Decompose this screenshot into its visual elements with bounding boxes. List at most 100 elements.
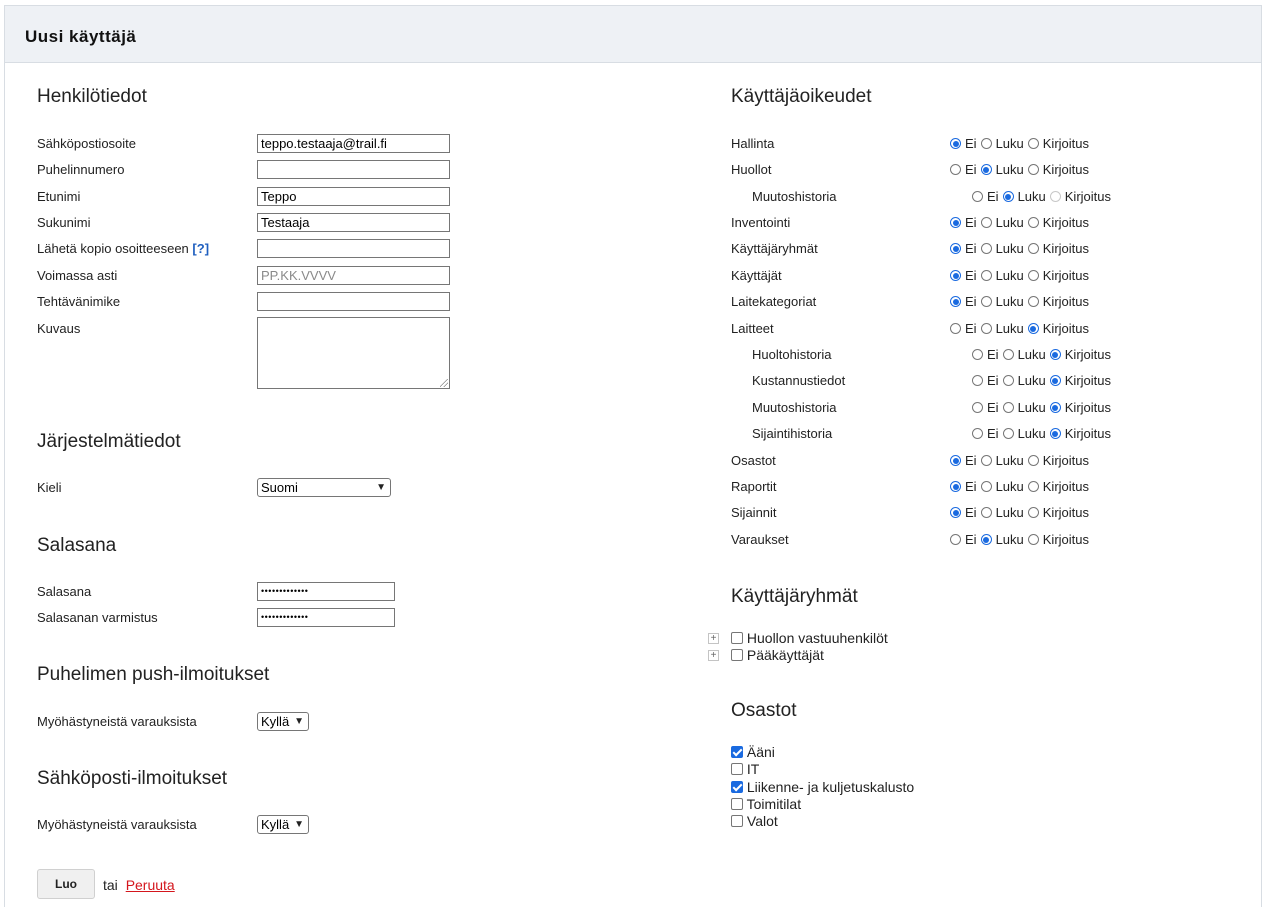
first-name-field[interactable]: Teppo <box>257 187 450 206</box>
rights-radio[interactable] <box>950 323 961 334</box>
rights-radio[interactable] <box>972 402 983 413</box>
cancel-link[interactable]: Peruuta <box>126 877 175 893</box>
language-select[interactable]: Suomi ▼ <box>257 478 391 497</box>
checkbox[interactable] <box>731 815 743 827</box>
rights-radio[interactable] <box>1002 428 1014 439</box>
push-late-select[interactable]: Kyllä ▼ <box>257 712 309 731</box>
rights-radio[interactable] <box>1027 138 1039 149</box>
rights-radio[interactable] <box>950 164 961 175</box>
rights-radio-label: Ei <box>987 400 999 415</box>
checkbox[interactable] <box>731 798 743 810</box>
help-link[interactable]: [?] <box>192 241 209 256</box>
rights-radio-label: Luku <box>995 162 1024 177</box>
department-item[interactable]: Toimitilat <box>731 796 801 812</box>
rights-radio[interactable] <box>950 138 961 149</box>
rights-radio[interactable] <box>1027 296 1039 307</box>
rights-radio[interactable] <box>980 507 992 518</box>
language-select-value: Suomi <box>261 480 298 495</box>
rights-radio[interactable] <box>980 323 992 334</box>
rights-radio[interactable] <box>1002 375 1014 386</box>
rights-radio[interactable] <box>980 243 992 254</box>
rights-radio[interactable] <box>950 296 961 307</box>
rights-radio[interactable] <box>1049 375 1061 386</box>
rights-row-label: Osastot <box>731 453 776 468</box>
checkbox[interactable] <box>731 763 743 775</box>
rights-radio[interactable] <box>1027 164 1039 175</box>
rights-radio[interactable] <box>1027 534 1039 545</box>
rights-row-label: Sijainnit <box>731 505 777 520</box>
rights-row-label: Laitteet <box>731 321 774 336</box>
rights-radio[interactable] <box>950 217 961 228</box>
rights-radio[interactable] <box>980 164 992 175</box>
rights-radio[interactable] <box>1002 349 1014 360</box>
last-name-field[interactable]: Testaaja <box>257 213 450 232</box>
rights-radio[interactable] <box>1049 402 1061 413</box>
email-field[interactable]: teppo.testaaja@trail.fi <box>257 134 450 153</box>
rights-radio[interactable] <box>1027 481 1039 492</box>
password-confirm-label: Salasanan varmistus <box>37 610 158 625</box>
system-heading: Järjestelmätiedot <box>37 431 181 452</box>
rights-radio-label: Ei <box>965 294 977 309</box>
resize-grip-icon[interactable] <box>440 379 448 387</box>
rights-radio[interactable] <box>950 481 961 492</box>
rights-radio[interactable] <box>1027 455 1039 466</box>
rights-row-label: Huoltohistoria <box>752 347 832 362</box>
rights-radio[interactable] <box>1027 323 1039 334</box>
rights-radio[interactable] <box>1002 191 1014 202</box>
department-item[interactable]: IT <box>731 761 759 777</box>
description-textarea[interactable] <box>257 317 450 389</box>
rights-row-label: Käyttäjäryhmät <box>731 241 818 256</box>
group-item[interactable]: Huollon vastuuhenkilöt <box>731 630 888 646</box>
copy-address-field[interactable] <box>257 239 450 258</box>
rights-radio[interactable] <box>972 191 983 202</box>
checkbox[interactable] <box>731 781 743 793</box>
password-confirm-field[interactable]: ••••••••••••• <box>257 608 395 627</box>
rights-radio-label: Kirjoitus <box>1064 373 1112 388</box>
group-item[interactable]: Pääkäyttäjät <box>731 647 824 663</box>
rights-radio[interactable] <box>972 428 983 439</box>
rights-radio[interactable] <box>980 296 992 307</box>
checkbox[interactable] <box>731 632 743 644</box>
rights-radio[interactable] <box>950 507 961 518</box>
rights-radio[interactable] <box>950 534 961 545</box>
rights-radio-label: Luku <box>995 505 1024 520</box>
rights-row-label: Kustannustiedot <box>752 373 846 388</box>
department-item[interactable]: Liikenne- ja kuljetuskalusto <box>731 779 914 795</box>
rights-radio[interactable] <box>950 270 961 281</box>
expand-plus-icon[interactable]: + <box>708 650 719 661</box>
rights-radio[interactable] <box>950 243 961 254</box>
department-item[interactable]: Valot <box>731 813 778 829</box>
rights-radio[interactable] <box>980 270 992 281</box>
rights-radio[interactable] <box>980 455 992 466</box>
email-late-select[interactable]: Kyllä ▼ <box>257 815 309 834</box>
rights-radio[interactable] <box>1049 428 1061 439</box>
copy-address-label: Lähetä kopio osoitteeseen [?] <box>37 241 209 256</box>
checkbox[interactable] <box>731 746 743 758</box>
rights-radio[interactable] <box>980 138 992 149</box>
rights-radio[interactable] <box>972 375 983 386</box>
rights-radio-label: Ei <box>987 189 999 204</box>
rights-radio[interactable] <box>1049 191 1061 202</box>
expand-plus-icon[interactable]: + <box>708 633 719 644</box>
rights-radio[interactable] <box>980 534 992 545</box>
rights-radio-group: Ei Luku Kirjoitus <box>950 532 1093 547</box>
rights-radio[interactable] <box>1049 349 1061 360</box>
valid-until-field[interactable]: PP.KK.VVVV <box>257 266 450 285</box>
rights-radio[interactable] <box>980 217 992 228</box>
password-field[interactable]: ••••••••••••• <box>257 582 395 601</box>
rights-radio[interactable] <box>1027 270 1039 281</box>
rights-radio[interactable] <box>980 481 992 492</box>
job-title-field[interactable] <box>257 292 450 311</box>
department-item[interactable]: Ääni <box>731 744 775 760</box>
rights-radio[interactable] <box>1027 217 1039 228</box>
checkbox[interactable] <box>731 649 743 661</box>
rights-radio[interactable] <box>950 455 961 466</box>
rights-radio[interactable] <box>1002 402 1014 413</box>
rights-radio-label: Ei <box>965 162 977 177</box>
rights-radio[interactable] <box>972 349 983 360</box>
phone-field[interactable] <box>257 160 450 179</box>
rights-radio[interactable] <box>1027 507 1039 518</box>
last-name-label: Sukunimi <box>37 215 91 230</box>
create-button[interactable]: Luo <box>37 869 95 899</box>
rights-radio[interactable] <box>1027 243 1039 254</box>
